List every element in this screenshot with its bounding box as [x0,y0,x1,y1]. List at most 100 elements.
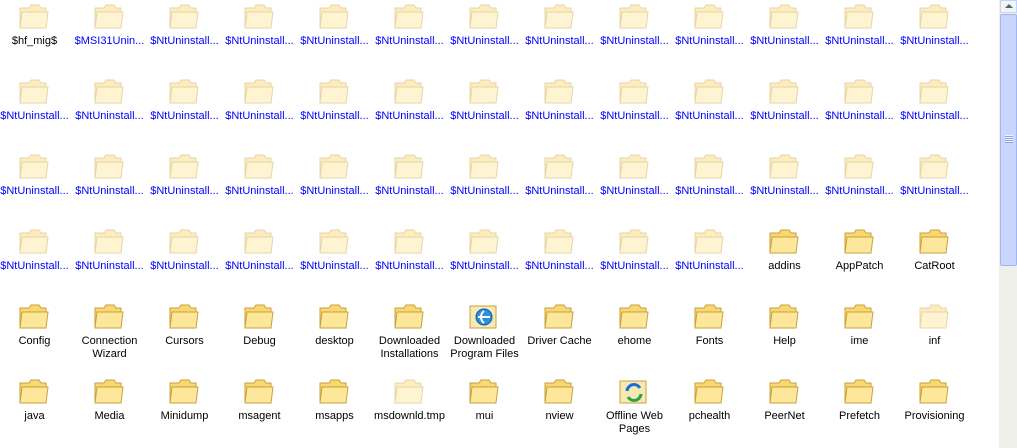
folder-item[interactable]: $NtUninstall... [522,152,597,224]
folder-item[interactable]: Connection Wizard [72,302,147,374]
folder-item[interactable]: PeerNet [747,377,822,448]
folder-item[interactable]: $NtUninstall... [822,152,897,224]
folder-item[interactable]: $NtUninstall... [522,227,597,299]
folder-item[interactable]: $NtUninstall... [522,2,597,74]
folder-item-label: $NtUninstall... [75,185,144,197]
folder-item[interactable]: addins [747,227,822,299]
folder-item[interactable]: Prefetch [822,377,897,448]
folder-item[interactable]: Help [747,302,822,374]
folder-item[interactable]: $NtUninstall... [522,77,597,149]
folder-icon [918,152,950,182]
folder-item[interactable]: $NtUninstall... [147,2,222,74]
folder-item[interactable]: $NtUninstall... [147,227,222,299]
folder-item[interactable]: Debug [222,302,297,374]
folder-item[interactable]: $NtUninstall... [72,227,147,299]
folder-item[interactable]: msdownld.tmp [372,377,447,448]
folder-item[interactable]: $NtUninstall... [372,77,447,149]
folder-item[interactable]: $NtUninstall... [297,152,372,224]
folder-item[interactable]: $NtUninstall... [372,227,447,299]
folder-item[interactable]: ime [822,302,897,374]
folder-item[interactable]: $NtUninstall... [672,152,747,224]
folder-item[interactable]: Provisioning [897,377,972,448]
folder-item[interactable]: $NtUninstall... [672,2,747,74]
vertical-scrollbar[interactable] [998,0,1017,448]
folder-item[interactable]: desktop [297,302,372,374]
folder-item-label: $NtUninstall... [450,110,519,122]
folder-item[interactable]: $NtUninstall... [747,152,822,224]
folder-item-label: $NtUninstall... [900,110,969,122]
folder-icon [768,2,800,32]
folder-item[interactable]: $NtUninstall... [147,152,222,224]
folder-item[interactable]: $NtUninstall... [672,77,747,149]
folder-item[interactable]: $NtUninstall... [597,2,672,74]
folder-item-label: $NtUninstall... [225,110,294,122]
folder-item[interactable]: msagent [222,377,297,448]
folder-item[interactable]: inf [897,302,972,374]
folder-item[interactable]: $NtUninstall... [447,227,522,299]
folder-item[interactable]: $NtUninstall... [447,77,522,149]
folder-item[interactable]: $NtUninstall... [822,77,897,149]
folder-item[interactable]: ehome [597,302,672,374]
folder-item[interactable]: $NtUninstall... [597,227,672,299]
folder-item-label: $NtUninstall... [750,110,819,122]
folder-item[interactable]: $NtUninstall... [747,77,822,149]
internet-explorer-folder-icon [468,302,500,332]
folder-item[interactable]: $NtUninstall... [222,2,297,74]
folder-icon [693,302,725,332]
folder-item[interactable]: nview [522,377,597,448]
folder-item[interactable]: $NtUninstall... [222,77,297,149]
folder-icon [918,302,950,332]
folder-icon [843,2,875,32]
folder-item[interactable]: $NtUninstall... [147,77,222,149]
folder-item[interactable]: $NtUninstall... [0,77,72,149]
folder-item[interactable]: $NtUninstall... [597,77,672,149]
folder-item[interactable]: Media [72,377,147,448]
folder-item[interactable]: Driver Cache [522,302,597,374]
folder-item[interactable]: java [0,377,72,448]
scroll-up-arrow-icon[interactable] [1000,0,1017,13]
folder-icon [243,302,275,332]
folder-item[interactable]: $NtUninstall... [897,152,972,224]
folder-item[interactable]: Fonts [672,302,747,374]
scrollbar-thumb[interactable] [1000,14,1017,266]
folder-item[interactable]: $NtUninstall... [372,2,447,74]
folder-item[interactable]: $NtUninstall... [0,227,72,299]
folder-item[interactable]: $NtUninstall... [372,152,447,224]
folder-icon-view[interactable]: $hf_mig$ $MSI31Unin... $NtUninstall... $NtU… [0,0,998,448]
folder-icon [18,77,50,107]
folder-item[interactable]: Minidump [147,377,222,448]
folder-item[interactable]: $NtUninstall... [0,152,72,224]
folder-item[interactable]: $NtUninstall... [72,152,147,224]
folder-item[interactable]: AppPatch [822,227,897,299]
folder-item[interactable]: Cursors [147,302,222,374]
folder-item[interactable]: Downloaded Installations [372,302,447,374]
folder-item[interactable]: Offline Web Pages [597,377,672,448]
folder-item[interactable]: Config [0,302,72,374]
folder-item[interactable]: $NtUninstall... [222,227,297,299]
folder-item[interactable]: $NtUninstall... [297,77,372,149]
folder-item[interactable]: $NtUninstall... [222,152,297,224]
folder-item[interactable]: $NtUninstall... [897,2,972,74]
folder-item[interactable]: $hf_mig$ [0,2,72,74]
folder-item-label: java [24,410,45,422]
folder-item[interactable]: $NtUninstall... [672,227,747,299]
folder-item[interactable]: $NtUninstall... [447,2,522,74]
folder-item[interactable]: $NtUninstall... [747,2,822,74]
folder-item-label: nview [545,410,574,422]
folder-item[interactable]: $MSI31Unin... [72,2,147,74]
folder-item[interactable]: $NtUninstall... [597,152,672,224]
folder-item-label: $NtUninstall... [900,185,969,197]
folder-item[interactable]: $NtUninstall... [297,227,372,299]
folder-item[interactable]: pchealth [672,377,747,448]
folder-item[interactable]: Downloaded Program Files [447,302,522,374]
folder-item-label: $NtUninstall... [75,110,144,122]
folder-item-label: ehome [617,335,652,347]
folder-item[interactable]: msapps [297,377,372,448]
folder-item[interactable]: $NtUninstall... [897,77,972,149]
folder-item[interactable]: mui [447,377,522,448]
folder-item[interactable]: CatRoot [897,227,972,299]
folder-item[interactable]: $NtUninstall... [72,77,147,149]
folder-item[interactable]: $NtUninstall... [822,2,897,74]
folder-item[interactable]: $NtUninstall... [447,152,522,224]
folder-item[interactable]: $NtUninstall... [297,2,372,74]
